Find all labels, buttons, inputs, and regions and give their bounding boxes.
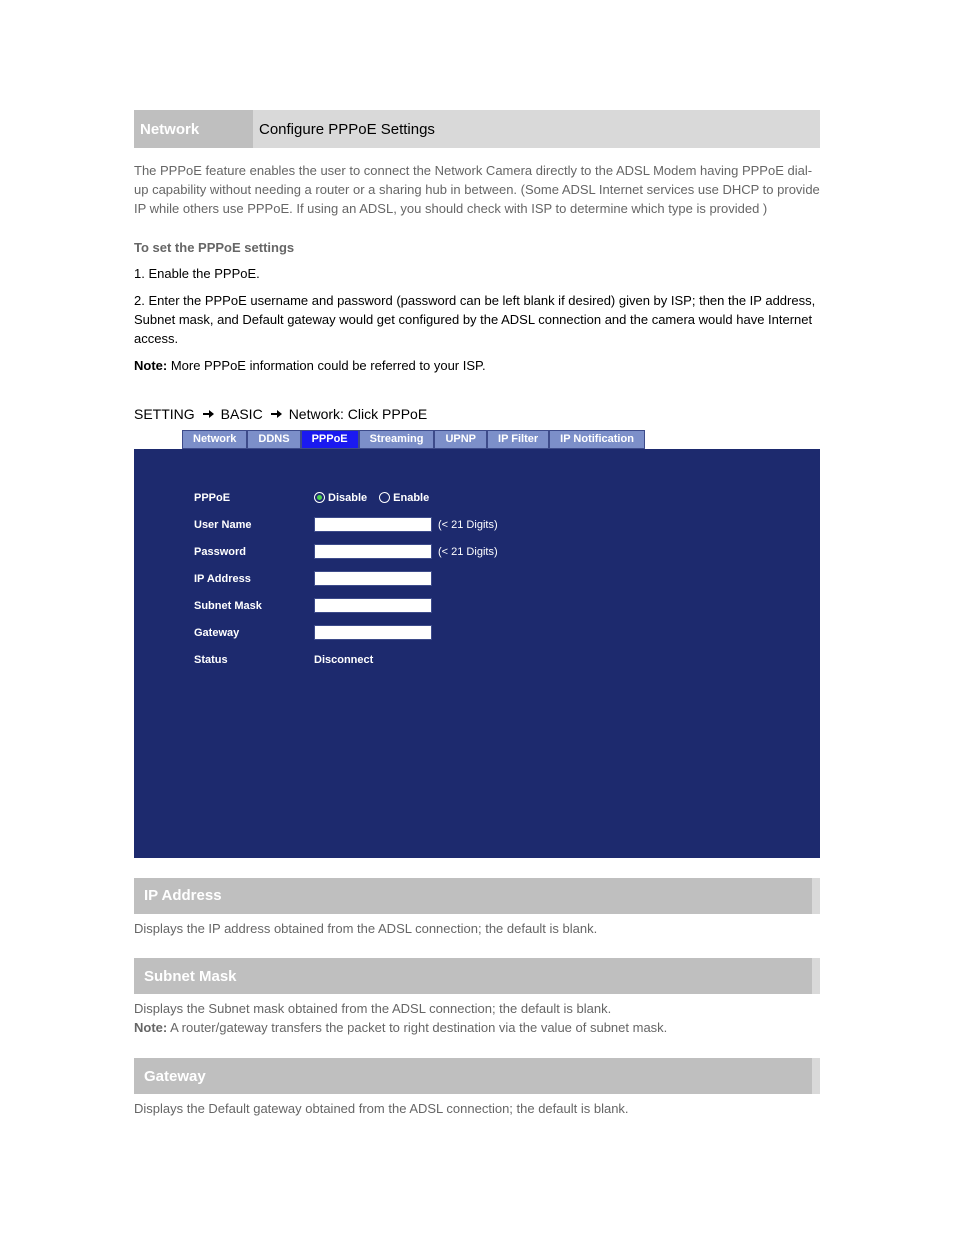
subnet-input[interactable] — [314, 598, 432, 613]
section-mask-note-label: Note: — [134, 1020, 167, 1035]
hint-username: (< 21 Digits) — [438, 519, 498, 531]
tab-ddns[interactable]: DDNS — [247, 430, 300, 449]
radio-icon — [314, 492, 325, 503]
step-1: 1. Enable the PPPoE. — [134, 265, 820, 284]
step-2: 2. Enter the PPPoE username and password… — [134, 292, 820, 349]
section-ip-body: Displays the IP address obtained from th… — [134, 920, 820, 939]
label-username: User Name — [194, 519, 314, 531]
note-label: Note: — [134, 358, 167, 373]
tab-ip-filter[interactable]: IP Filter — [487, 430, 549, 449]
label-password: Password — [194, 546, 314, 558]
radio-disable-label: Disable — [328, 492, 367, 504]
section-mask-body: Displays the Subnet mask obtained from t… — [134, 1000, 820, 1019]
header-title: Configure PPPoE Settings — [253, 110, 820, 148]
arrow-right-icon — [201, 407, 215, 421]
hint-password: (< 21 Digits) — [438, 546, 498, 558]
tab-upnp[interactable]: UPNP — [434, 430, 487, 449]
label-status: Status — [194, 654, 314, 666]
tab-streaming[interactable]: Streaming — [359, 430, 435, 449]
tab-network[interactable]: Network — [182, 430, 247, 449]
section-gw-body: Displays the Default gateway obtained fr… — [134, 1100, 820, 1119]
section-gw-heading: Gateway — [134, 1058, 820, 1094]
label-pppoe: PPPoE — [194, 492, 314, 504]
intro-paragraph: The PPPoE feature enables the user to co… — [134, 162, 820, 219]
section-mask-note-body: A router/gateway transfers the packet to… — [167, 1020, 667, 1035]
tab-pppoe[interactable]: PPPoE — [301, 430, 359, 449]
note-body: More PPPoE information could be referred… — [167, 358, 485, 373]
section-ip-heading: IP Address — [134, 878, 820, 914]
breadcrumb: SETTING BASIC Network: Click PPPoE — [134, 406, 820, 422]
password-input[interactable] — [314, 544, 432, 559]
ip-input[interactable] — [314, 571, 432, 586]
label-gateway: Gateway — [194, 627, 314, 639]
section-mask-note: Note: A router/gateway transfers the pac… — [134, 1019, 820, 1038]
radio-disable[interactable]: Disable — [314, 492, 367, 504]
note-line: Note: More PPPoE information could be re… — [134, 357, 820, 376]
breadcrumb-root: SETTING — [134, 406, 195, 422]
breadcrumb-mid: BASIC — [221, 406, 263, 422]
radio-icon — [379, 492, 390, 503]
section-mask-heading: Subnet Mask — [134, 958, 820, 994]
subtitle: To set the PPPoE settings — [134, 239, 820, 258]
gateway-input[interactable] — [314, 625, 432, 640]
username-input[interactable] — [314, 517, 432, 532]
label-subnet: Subnet Mask — [194, 600, 314, 612]
status-value: Disconnect — [314, 654, 373, 666]
tab-ip-notification[interactable]: IP Notification — [549, 430, 645, 449]
radio-enable-label: Enable — [393, 492, 429, 504]
page-header: Network Configure PPPoE Settings — [134, 110, 820, 148]
form-panel: PPPoE Disable Enable User Name (< 2 — [134, 449, 820, 858]
label-ip: IP Address — [194, 573, 314, 585]
pppoe-config-panel: Network DDNS PPPoE Streaming UPNP IP Fil… — [134, 430, 820, 858]
radio-enable[interactable]: Enable — [379, 492, 429, 504]
tab-bar: Network DDNS PPPoE Streaming UPNP IP Fil… — [182, 430, 820, 449]
header-category: Network — [134, 110, 253, 148]
breadcrumb-leaf: Network: Click PPPoE — [289, 406, 427, 422]
arrow-right-icon — [269, 407, 283, 421]
